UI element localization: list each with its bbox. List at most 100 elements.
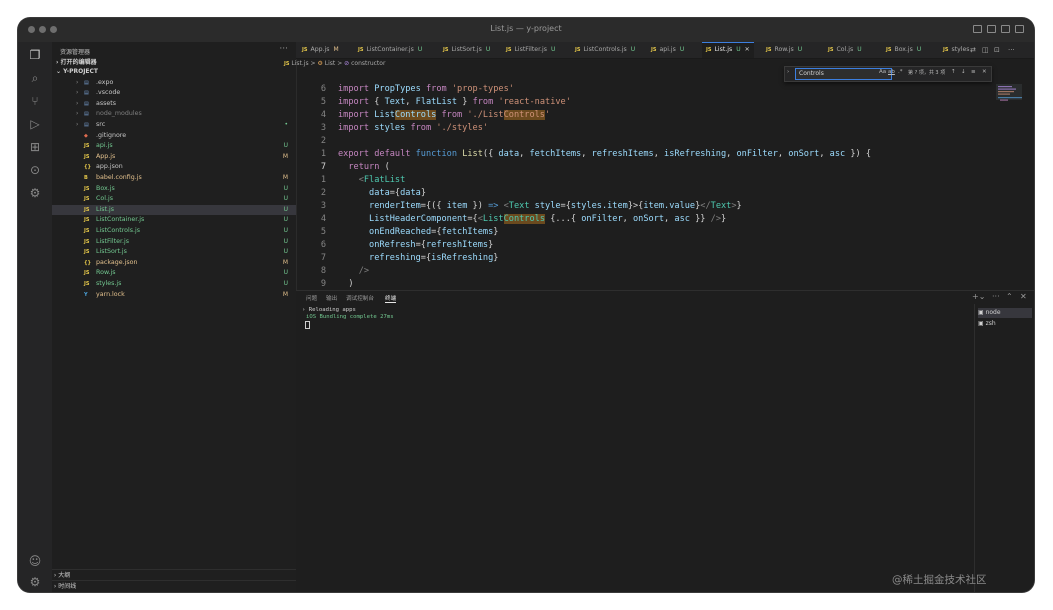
regex-toggle[interactable]: .* [898,69,903,75]
panel-tab[interactable]: 调试控制台 [346,294,374,302]
tree-item[interactable]: {} app.json [52,162,296,173]
tree-item[interactable]: JS Row.js U [52,268,296,279]
tree-item[interactable]: JS App.js M [52,152,296,163]
panel-tab[interactable]: 问题 [306,294,317,302]
editor-tab[interactable]: JS List.js U ✕ [702,42,754,58]
code-token: fetchItems [441,227,494,237]
tree-item[interactable]: Yyarn.lock M [52,290,296,301]
tree-item[interactable]: › ▤ .vscode [52,88,296,99]
whole-word-toggle[interactable]: ab [888,69,895,75]
next-match-icon[interactable]: ↓ [961,69,966,75]
timeline-section[interactable]: › 时间线 [52,580,296,592]
minimap[interactable] [996,84,1030,144]
toggle-replace-icon[interactable]: › [787,69,789,75]
breadcrumb-file[interactable]: List.js [291,60,308,67]
editor-tab[interactable]: JS Row.js U [762,42,806,58]
tab-status: U [550,46,556,53]
extensions-icon[interactable]: ⊞ [28,140,42,154]
breadcrumb-symbol[interactable]: List [325,60,336,67]
toggle-panel-icon[interactable] [987,25,996,33]
search-icon[interactable]: ⌕ [28,71,42,85]
terminal-cursor[interactable] [305,321,310,329]
toggle-sidebar-icon[interactable] [973,25,982,33]
run-debug-icon[interactable]: ▷ [28,117,42,131]
code-token: Text [710,201,732,211]
explorer-icon[interactable]: ❐ [28,48,42,62]
tree-item[interactable]: JS Col.js U [52,194,296,205]
tree-item-label: .gitignore [96,131,127,139]
folder-icon: ▤ [84,90,89,97]
open-preview-icon[interactable]: ⊡ [994,46,1000,54]
js-file-icon: JS [886,47,892,53]
editor-tab[interactable]: JS ListControls.js U [571,42,639,58]
tree-item[interactable]: JS ListControls.js U [52,226,296,237]
settings-sync-icon[interactable]: ⚙ [28,186,42,200]
js-file-icon: JS [358,47,364,53]
tree-item[interactable]: JS ListSort.js U [52,247,296,258]
tree-item[interactable]: ◆ .gitignore [52,131,296,142]
breadcrumb-member[interactable]: constructor [351,60,385,67]
terminal-list: ▣ node ▣ zsh [974,304,1034,592]
json-file-icon: {} [84,164,92,171]
remote-icon[interactable]: ⊙ [28,163,42,177]
find-in-selection-icon[interactable]: ≡ [971,69,976,75]
close-panel-icon[interactable]: ✕ [1020,292,1027,301]
previous-match-icon[interactable]: ↑ [951,69,956,75]
maximize-panel-icon[interactable]: ⌃ [1006,292,1013,301]
editor-tab[interactable]: JS styles [939,42,974,58]
more-editor-actions-icon[interactable]: ··· [1008,46,1015,54]
split-editor-icon[interactable]: ◫ [982,46,989,54]
editor-tab[interactable]: JS ListFilter.js U [502,42,559,58]
editor-tab[interactable]: JS ListContainer.js U [354,42,426,58]
editor-tab[interactable]: JS ListSort.js U [439,42,494,58]
new-terminal-icon[interactable]: +⌄ [972,292,985,301]
tree-item[interactable]: {} package.json M [52,258,296,269]
terminal-item[interactable]: ▣ node [978,308,1032,318]
open-editors-section[interactable]: › 打开的编辑器 [56,57,97,66]
tree-item[interactable]: › ▤ src • [52,120,296,131]
tree-item[interactable]: JS Box.js U [52,184,296,195]
js-file-icon: JS [84,206,90,213]
gear-icon[interactable]: ⚙ [28,575,42,589]
code-token: import [338,84,375,94]
tree-item[interactable]: › ▤ .expo [52,78,296,89]
customize-layout-icon[interactable] [1015,25,1024,33]
code-token: </ [700,201,711,211]
editor-tab[interactable]: JS Box.js U [882,42,925,58]
line-number: 2 [320,136,326,146]
js-file-icon: JS [84,227,90,234]
tree-item[interactable]: JS ListFilter.js U [52,237,296,248]
toggle-secondary-sidebar-icon[interactable] [1001,25,1010,33]
account-icon[interactable]: ☺ [28,554,42,568]
tree-item[interactable]: › ▤ node_modules [52,109,296,120]
close-tab-icon[interactable]: ✕ [745,46,750,53]
editor-tab[interactable]: JS App.js M [298,42,343,58]
tree-item[interactable]: Bbabel.config.js M [52,173,296,184]
code-line: ListHeaderComponent={<ListControls {...{… [338,214,726,224]
compare-icon[interactable]: ⇄ [970,46,976,54]
panel-tab[interactable]: 输出 [326,294,337,302]
project-section[interactable]: ⌄ Y-PROJECT [56,68,98,75]
tree-item[interactable]: JS List.js U [52,204,296,216]
tree-item[interactable]: JS ListContainer.js U [52,215,296,226]
source-control-icon[interactable]: ⑂ [28,94,42,108]
tree-item-label: List.js [96,205,115,213]
more-actions-icon[interactable]: ··· [279,44,288,54]
git-status-badge: U [283,226,288,234]
tree-item[interactable]: JS styles.js U [52,279,296,290]
panel-tab[interactable]: 终端 [385,294,397,303]
find-input[interactable]: Controls [795,68,892,80]
tree-item[interactable]: JS api.js U [52,141,296,152]
editor-tab[interactable]: JS Col.js U [824,42,866,58]
editor-tabs: JS App.js M JS ListContainer.js U JS ListSort.j… [296,42,1034,59]
tree-item[interactable]: › ▤ assets [52,99,296,110]
editor-tab[interactable]: JS api.js U [647,42,688,58]
terminal-item[interactable]: ▣ zsh [978,319,1032,329]
code-token: Text [508,201,535,211]
code-token: FlatList [415,97,458,107]
panel-more-icon[interactable]: ··· [992,292,1000,301]
code-token: Controls [503,214,546,224]
match-case-toggle[interactable]: Aa [879,69,886,75]
git-status-badge: U [283,205,288,213]
close-find-icon[interactable]: ✕ [982,69,987,75]
